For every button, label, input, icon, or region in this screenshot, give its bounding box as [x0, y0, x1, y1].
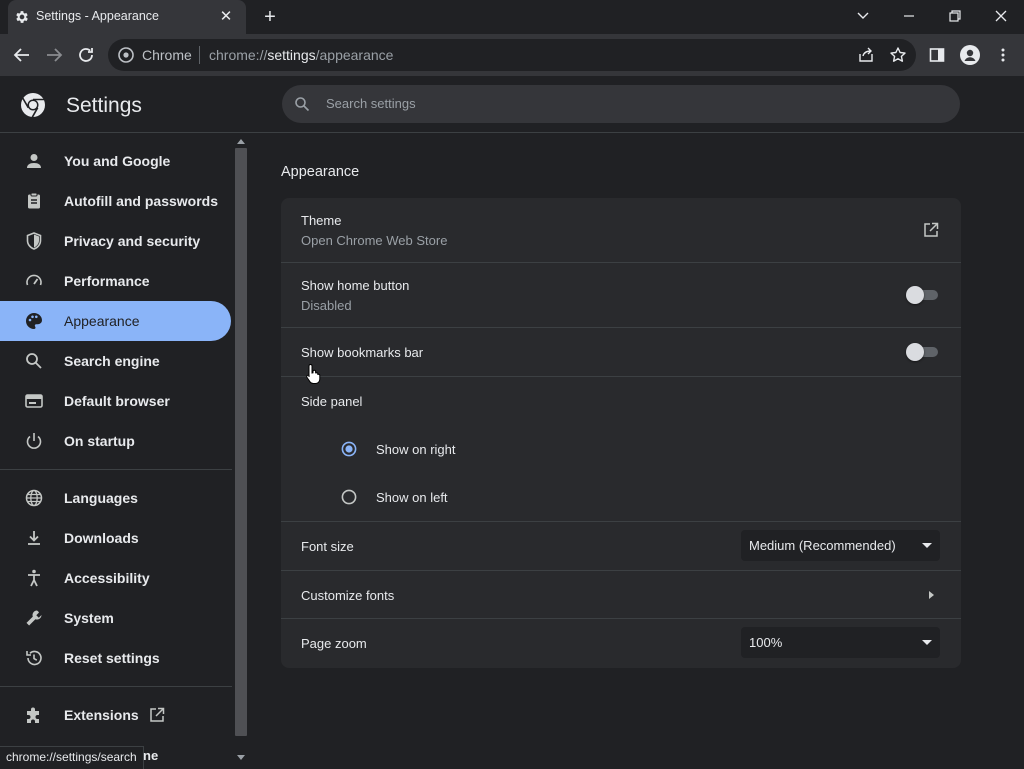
page-zoom-value: 100% — [749, 635, 783, 650]
sidebar-item-label: Privacy and security — [64, 233, 201, 249]
radio-show-on-left[interactable] — [341, 489, 357, 505]
sidebar-item-label: System — [64, 610, 114, 626]
home-button-sublabel: Disabled — [301, 298, 352, 313]
side-panel-right-label: Show on right — [376, 442, 456, 457]
sidebar-item-label: Search engine — [64, 353, 160, 369]
dropdown-arrow-icon — [922, 543, 932, 548]
site-label: Chrome — [142, 47, 192, 63]
omnibox-separator — [199, 46, 200, 64]
section-title: Appearance — [281, 164, 360, 180]
scrollbar-thumb[interactable] — [235, 148, 247, 736]
chrome-icon — [118, 47, 134, 63]
sidebar-item-label: Accessibility — [64, 570, 150, 586]
globe-icon — [25, 489, 43, 507]
clipboard-icon — [28, 192, 40, 209]
row-divider — [281, 521, 961, 522]
close-tab-icon[interactable]: ✕ — [218, 9, 234, 25]
row-divider — [281, 376, 961, 377]
sidebar-divider — [0, 686, 232, 687]
shield-icon — [26, 232, 42, 250]
sidebar-item-label: Default browser — [64, 393, 170, 409]
home-button-label: Show home button — [301, 278, 410, 293]
scroll-up-arrow-icon[interactable] — [237, 139, 245, 144]
page-zoom-label: Page zoom — [301, 636, 367, 651]
new-tab-button[interactable]: + — [260, 7, 280, 28]
sidebar-item-label: Appearance — [64, 313, 140, 329]
sidebar-item-label: Reset settings — [64, 650, 160, 666]
gear-icon — [16, 11, 28, 23]
url-path: /appearance — [315, 47, 394, 63]
search-placeholder: Search settings — [326, 96, 416, 111]
download-icon — [28, 531, 40, 545]
puzzle-icon — [27, 707, 39, 723]
sidebar-item-label: Extensions — [64, 707, 139, 723]
row-divider — [281, 618, 961, 619]
font-size-label: Font size — [301, 539, 354, 554]
side-panel-label: Side panel — [301, 394, 363, 409]
open-in-new-icon[interactable] — [922, 221, 940, 239]
status-url: chrome://settings/search — [6, 750, 137, 764]
sidebar-divider — [0, 469, 232, 470]
tab-search-icon[interactable] — [852, 6, 874, 26]
side-panel-left-label: Show on left — [376, 490, 448, 505]
more-menu-icon[interactable] — [994, 46, 1012, 64]
bookmark-star-icon[interactable] — [889, 46, 907, 64]
row-divider — [281, 262, 961, 263]
url-host: settings — [267, 47, 316, 63]
profile-avatar-icon[interactable] — [960, 45, 980, 65]
history-icon — [26, 650, 42, 666]
radio-show-on-right[interactable] — [341, 441, 357, 457]
side-panel-icon[interactable] — [928, 46, 946, 64]
sidebar-item-label: Downloads — [64, 530, 139, 546]
hand-cursor-icon — [306, 363, 321, 384]
dropdown-arrow-icon — [922, 640, 932, 645]
url-scheme: chrome:// — [209, 47, 268, 63]
palette-icon — [26, 313, 42, 329]
page-title: Settings — [66, 94, 142, 117]
browser-window-icon — [25, 394, 43, 408]
font-size-value: Medium (Recommended) — [749, 538, 896, 553]
sidebar-item-label: Autofill and passwords — [64, 193, 219, 209]
theme-sublabel: Open Chrome Web Store — [301, 233, 448, 248]
row-divider — [281, 327, 961, 328]
page-zoom-select[interactable]: 100% — [741, 627, 940, 658]
chrome-logo-icon — [21, 93, 45, 118]
sidebar-item-label: Languages — [64, 490, 138, 506]
back-arrow-icon[interactable] — [12, 45, 32, 65]
sidebar-item-label-partial: ne — [143, 748, 159, 763]
theme-label: Theme — [301, 213, 342, 228]
home-button-toggle[interactable] — [906, 286, 938, 304]
sidebar-item-label: On startup — [64, 433, 135, 449]
search-icon — [26, 353, 42, 369]
bookmarks-bar-label: Show bookmarks bar — [301, 345, 424, 360]
link-status-bar: chrome://settings/search — [0, 746, 144, 769]
theme-row[interactable] — [281, 198, 961, 262]
minimize-icon[interactable] — [898, 6, 920, 26]
accessibility-icon — [28, 569, 40, 587]
sidebar-item-label: You and Google — [64, 153, 171, 169]
forward-arrow-icon[interactable] — [44, 45, 64, 65]
tab-title: Settings - Appearance — [36, 9, 159, 23]
share-icon[interactable] — [857, 46, 875, 64]
speedometer-icon — [26, 274, 42, 286]
scroll-down-arrow-icon[interactable] — [237, 755, 245, 760]
sidebar-item-label: Performance — [64, 273, 150, 289]
bookmarks-bar-toggle[interactable] — [906, 343, 938, 361]
restore-icon[interactable] — [944, 6, 966, 26]
reload-icon[interactable] — [76, 45, 96, 65]
font-size-select[interactable]: Medium (Recommended) — [741, 530, 940, 561]
url-text[interactable]: chrome://settings/appearance — [209, 47, 393, 63]
power-icon — [26, 433, 42, 449]
wrench-icon — [26, 610, 42, 626]
search-icon — [295, 97, 310, 112]
person-icon — [27, 154, 41, 168]
close-window-icon[interactable] — [990, 6, 1012, 26]
customize-fonts-label: Customize fonts — [301, 588, 395, 603]
open-in-new-icon[interactable] — [148, 706, 166, 724]
chevron-right-icon — [929, 591, 934, 599]
